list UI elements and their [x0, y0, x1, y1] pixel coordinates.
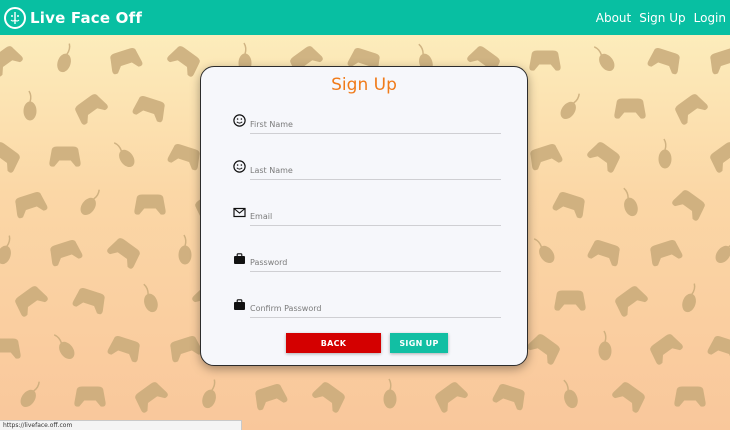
mouse-icon	[138, 281, 161, 315]
brand-link[interactable]: Live Face Off	[4, 6, 143, 29]
gamepad-icon	[0, 43, 24, 78]
mouse-icon	[557, 89, 586, 122]
top-navbar: Live Face Off About Sign Up Login	[0, 0, 730, 35]
gamepad-icon	[107, 46, 144, 75]
signup-card: Sign Up BACK SIGN UP	[200, 66, 528, 366]
gamepad-icon	[706, 139, 730, 174]
smiley-icon	[233, 158, 247, 173]
nav-signup-link[interactable]: Sign Up	[639, 11, 685, 25]
gamepad-icon	[0, 139, 24, 174]
brand-name: Live Face Off	[30, 8, 143, 27]
status-bar-url: https://liveface.off.com	[0, 420, 242, 430]
gamepad-icon	[674, 386, 706, 407]
mouse-icon	[199, 377, 222, 411]
gamepad-icon	[614, 98, 646, 119]
gamepad-icon	[554, 290, 586, 311]
mouse-icon	[558, 377, 581, 411]
gamepad-icon	[586, 238, 623, 267]
gamepad-icon	[527, 142, 564, 171]
gamepad-icon	[71, 286, 108, 315]
gamepad-icon	[134, 194, 166, 215]
gamepad-icon	[0, 338, 21, 359]
gamepad-icon	[12, 190, 49, 219]
gamepad-icon	[529, 50, 561, 71]
gamepad-icon	[131, 94, 168, 123]
gamepad-icon	[166, 43, 204, 78]
confirm-password-input[interactable]	[250, 296, 501, 318]
face-logo-icon	[4, 6, 26, 29]
gamepad-icon	[49, 146, 81, 167]
gamepad-icon	[611, 283, 649, 318]
gamepad-icon	[166, 142, 203, 171]
signup-button[interactable]: SIGN UP	[390, 333, 448, 353]
mouse-icon	[49, 329, 78, 362]
gamepad-icon	[611, 379, 649, 414]
gamepad-icon	[671, 91, 709, 126]
mouse-icon	[0, 233, 17, 267]
password-field	[233, 250, 501, 278]
mouse-icon	[383, 378, 397, 409]
gamepad-icon	[707, 46, 730, 75]
mouse-icon	[17, 377, 46, 410]
mouse-icon	[54, 41, 77, 75]
gamepad-icon	[491, 382, 528, 411]
mouse-icon	[77, 185, 106, 218]
gamepad-icon	[647, 238, 684, 267]
nav-login-link[interactable]: Login	[694, 11, 726, 25]
gamepad-icon	[106, 235, 144, 270]
gamepad-icon	[71, 91, 109, 126]
gamepad-icon	[311, 379, 349, 414]
gamepad-icon	[551, 190, 588, 219]
email-field	[233, 204, 501, 232]
gamepad-icon	[586, 139, 624, 174]
confirm-password-field	[233, 296, 501, 324]
mouse-icon	[529, 233, 558, 266]
last-name-field	[233, 158, 501, 186]
password-input[interactable]	[250, 250, 501, 272]
gamepad-icon	[74, 386, 106, 407]
envelope-icon	[233, 204, 247, 218]
mouse-icon	[589, 41, 618, 74]
gamepad-icon	[106, 334, 143, 363]
mouse-icon	[109, 137, 138, 170]
gamepad-icon	[671, 187, 709, 222]
mouse-icon	[712, 233, 730, 266]
briefcase-icon	[233, 296, 247, 310]
gamepad-icon	[252, 382, 289, 411]
gamepad-icon	[131, 379, 169, 414]
nav-links: About Sign Up Login	[596, 11, 726, 25]
gamepad-icon	[646, 46, 683, 75]
gamepad-icon	[47, 238, 84, 267]
mouse-icon	[618, 185, 641, 219]
briefcase-icon	[233, 250, 247, 264]
mouse-icon	[658, 138, 672, 169]
back-button[interactable]: BACK	[286, 333, 381, 353]
mouse-icon	[178, 234, 192, 265]
first-name-input[interactable]	[250, 112, 501, 134]
gamepad-icon	[431, 379, 469, 414]
gamepad-icon	[11, 283, 49, 318]
mouse-icon	[679, 281, 702, 315]
smiley-icon	[233, 112, 247, 127]
first-name-field	[233, 112, 501, 140]
gamepad-icon	[706, 334, 730, 363]
email-input[interactable]	[250, 204, 501, 226]
last-name-input[interactable]	[250, 158, 501, 180]
gamepad-icon	[646, 331, 684, 366]
mouse-icon	[598, 330, 612, 361]
gamepad-icon	[526, 331, 564, 366]
nav-about-link[interactable]: About	[596, 11, 631, 25]
card-title: Sign Up	[331, 75, 397, 95]
mouse-icon	[23, 90, 37, 121]
gamepad-icon	[167, 334, 204, 363]
